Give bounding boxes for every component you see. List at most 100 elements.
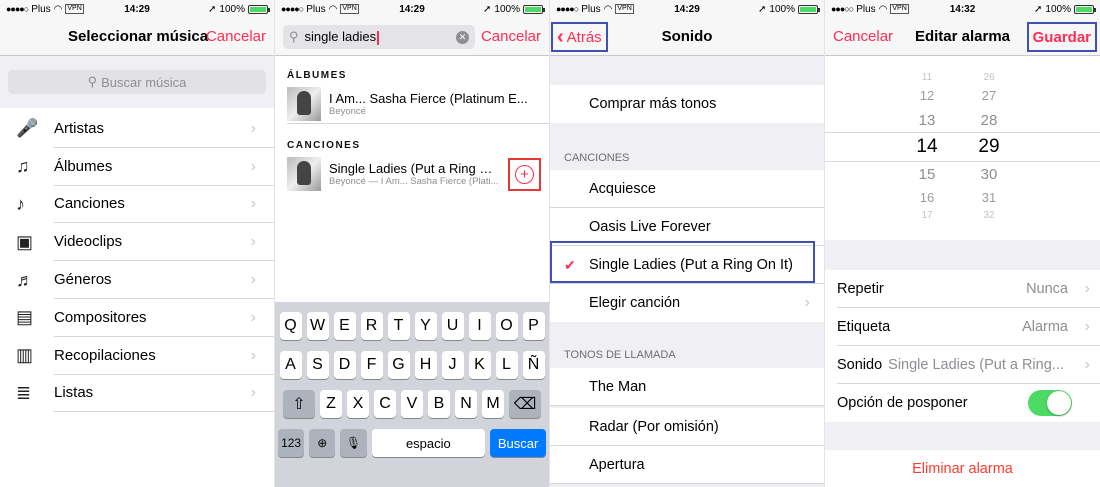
- wifi-icon: ◠: [328, 3, 338, 15]
- choose-song[interactable]: Elegir canción ›: [550, 284, 824, 322]
- category-composers[interactable]: ▤ Compositores ›: [0, 299, 274, 337]
- key-x[interactable]: X: [347, 390, 369, 418]
- key-v[interactable]: V: [401, 390, 423, 418]
- status-bar: ●●●●○ Plus ◠ VPN 14:29 ➚ 100%: [0, 0, 274, 18]
- key-b[interactable]: B: [428, 390, 450, 418]
- snooze-row: Opción de posponer: [825, 384, 1100, 422]
- key-q[interactable]: Q: [279, 312, 302, 340]
- shift-key[interactable]: ⇧: [283, 390, 315, 418]
- category-genres[interactable]: ♬ Géneros ›: [0, 261, 274, 299]
- clear-icon[interactable]: ✕: [456, 30, 469, 44]
- key-y[interactable]: Y: [414, 312, 437, 340]
- cancel-button[interactable]: Cancelar: [206, 28, 266, 45]
- search-placeholder: Buscar música: [101, 74, 187, 90]
- picker-minute[interactable]: 32: [969, 210, 1009, 221]
- add-song-button[interactable]: +: [508, 157, 541, 191]
- buy-more-tones[interactable]: Comprar más tonos: [550, 85, 824, 123]
- backspace-key[interactable]: ⌫: [509, 390, 541, 418]
- time-picker[interactable]: 11 26 12 27 13 28 14 29 15 30 16 31 17 32: [825, 70, 1100, 224]
- category-songs[interactable]: ♪ Canciones ›: [0, 186, 274, 224]
- key-n[interactable]: N: [455, 390, 477, 418]
- picker-hour[interactable]: 11: [907, 72, 947, 83]
- microphone-icon[interactable]: 🎙: [340, 429, 367, 457]
- cell-label: Apertura: [550, 446, 824, 484]
- key-m[interactable]: M: [482, 390, 504, 418]
- picker-minute[interactable]: 30: [969, 166, 1009, 183]
- wifi-icon: ◠: [603, 3, 613, 15]
- search-input[interactable]: ⚲ single ladies ✕: [283, 25, 475, 49]
- key-w[interactable]: W: [306, 312, 329, 340]
- key-e[interactable]: E: [333, 312, 356, 340]
- nav-bar: ⚲ single ladies ✕ Cancelar: [275, 18, 549, 56]
- ringtone-apertura[interactable]: Apertura: [550, 446, 824, 484]
- search-key[interactable]: Buscar: [490, 429, 547, 457]
- keyboard-row: QWERTYUIOP: [278, 312, 546, 340]
- key-h[interactable]: H: [414, 351, 437, 379]
- key-a[interactable]: A: [279, 351, 302, 379]
- chevron-right-icon: ›: [1084, 317, 1090, 335]
- album-artwork: [287, 86, 321, 121]
- picker-hour[interactable]: 16: [907, 190, 947, 205]
- key-i[interactable]: I: [468, 312, 491, 340]
- status-bar: ●●●●○ Plus ◠ VPN 14:29 ➚ 100%: [275, 0, 549, 18]
- chevron-right-icon: ›: [250, 346, 256, 364]
- cancel-button[interactable]: Cancelar: [833, 28, 893, 45]
- key-p[interactable]: P: [522, 312, 545, 340]
- picker-minute[interactable]: 28: [969, 112, 1009, 129]
- key-c[interactable]: C: [374, 390, 396, 418]
- key-d[interactable]: D: [333, 351, 356, 379]
- save-button[interactable]: Guardar: [1026, 22, 1097, 52]
- category-albums[interactable]: ♫ Álbumes ›: [0, 148, 274, 186]
- label-row[interactable]: Etiqueta Alarma ›: [825, 308, 1100, 346]
- category-videos[interactable]: ▣ Videoclips ›: [0, 223, 274, 262]
- key-j[interactable]: J: [441, 351, 464, 379]
- chevron-right-icon: ›: [804, 294, 810, 311]
- space-key[interactable]: espacio: [371, 429, 486, 457]
- chevron-right-icon: ›: [250, 195, 256, 213]
- key-o[interactable]: O: [495, 312, 518, 340]
- key-f[interactable]: F: [360, 351, 383, 379]
- numbers-key[interactable]: 123: [278, 429, 305, 457]
- cancel-button[interactable]: Cancelar: [481, 28, 541, 45]
- category-playlists[interactable]: ≣ Listas ›: [0, 375, 274, 413]
- ringtone-the-man[interactable]: The Man: [550, 368, 824, 406]
- nav-bar: Seleccionar música Cancelar: [0, 18, 274, 56]
- cell-label: Acquiesce: [550, 170, 824, 208]
- song-result[interactable]: Single Ladies (Put a Ring O... Beyoncé — …: [287, 154, 549, 194]
- picker-minute[interactable]: 31: [969, 190, 1009, 205]
- picker-hour[interactable]: 13: [907, 112, 947, 129]
- category-artists[interactable]: 🎤 Artistas ›: [0, 110, 274, 148]
- key-s[interactable]: S: [306, 351, 329, 379]
- picker-hour[interactable]: 15: [907, 166, 947, 183]
- picker-minute[interactable]: 26: [969, 72, 1009, 83]
- globe-icon[interactable]: ⊕: [309, 429, 336, 457]
- key-t[interactable]: T: [387, 312, 410, 340]
- album-icon: ♫: [16, 156, 30, 177]
- key-l[interactable]: L: [495, 351, 518, 379]
- delete-alarm-button[interactable]: Eliminar alarma: [825, 450, 1100, 487]
- picker-hour[interactable]: 17: [907, 210, 947, 221]
- search-icon: ⚲: [289, 29, 299, 44]
- key-ñ[interactable]: Ñ: [522, 351, 545, 379]
- sound-row[interactable]: Sonido Single Ladies (Put a Ring... ›: [825, 346, 1100, 384]
- key-z[interactable]: Z: [320, 390, 342, 418]
- picker-hour[interactable]: 14: [907, 136, 947, 158]
- ringtone-radar[interactable]: Radar (Por omisión): [550, 408, 824, 446]
- picker-minute[interactable]: 29: [969, 136, 1009, 158]
- key-g[interactable]: G: [387, 351, 410, 379]
- key-k[interactable]: K: [468, 351, 491, 379]
- chevron-right-icon: ›: [250, 119, 256, 137]
- category-compilations[interactable]: ▥ Recopilaciones ›: [0, 337, 274, 375]
- key-r[interactable]: R: [360, 312, 383, 340]
- repeat-row[interactable]: Repetir Nunca ›: [825, 270, 1100, 308]
- picker-minute[interactable]: 27: [969, 88, 1009, 103]
- back-button[interactable]: ‹ Atrás: [551, 22, 608, 52]
- album-result[interactable]: I Am... Sasha Fierce (Platinum E... Beyon…: [287, 84, 549, 124]
- picker-hour[interactable]: 12: [907, 88, 947, 103]
- battery-percent: 100%: [494, 3, 520, 15]
- song-acquiesce[interactable]: Acquiesce: [550, 170, 824, 208]
- search-results-screen: ●●●●○ Plus ◠ VPN 14:29 ➚ 100% ⚲ single ladie…: [275, 0, 550, 487]
- key-u[interactable]: U: [441, 312, 464, 340]
- snooze-toggle[interactable]: [1028, 390, 1072, 416]
- search-music-field[interactable]: ⚲ Buscar música: [8, 70, 266, 94]
